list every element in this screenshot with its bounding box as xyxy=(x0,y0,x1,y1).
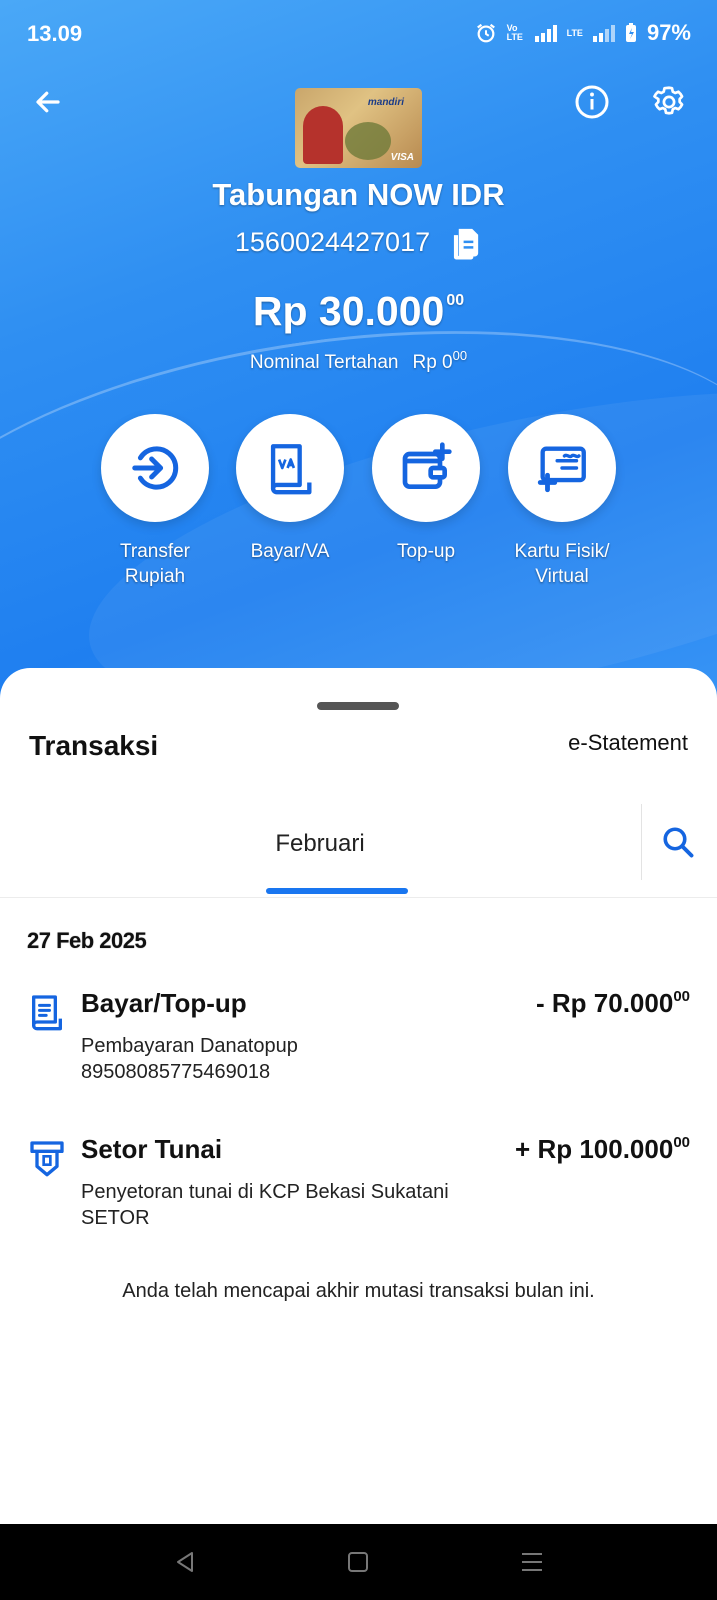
account-header: 13.09 Vo LTE LTE 97% mandiri VISA Tabung… xyxy=(0,0,717,720)
system-navigation-bar xyxy=(0,1524,717,1600)
menu-lines-icon xyxy=(522,1553,542,1571)
battery-icon xyxy=(625,23,636,42)
info-icon xyxy=(575,85,609,119)
balance-amount: Rp 30.000 xyxy=(252,288,445,334)
transaction-reference: 89508085775469018 xyxy=(81,1061,271,1083)
balance-cents: 00 xyxy=(446,292,465,309)
copy-button[interactable] xyxy=(448,224,482,260)
card-add-icon xyxy=(537,446,586,493)
gear-icon xyxy=(653,86,684,115)
back-button[interactable] xyxy=(26,80,70,124)
square-home-icon xyxy=(348,1552,368,1572)
tab-month[interactable]: Februari xyxy=(0,788,640,894)
wallet-add-icon xyxy=(402,442,452,489)
signal-icon xyxy=(534,24,557,42)
info-button[interactable] xyxy=(570,80,614,124)
card-image[interactable]: mandiri VISA xyxy=(295,88,422,168)
lte-indicator: LTE xyxy=(566,27,583,38)
nav-back-button[interactable] xyxy=(165,1542,205,1582)
action-label-2: Rupiah xyxy=(124,566,186,587)
nav-recents-button[interactable] xyxy=(512,1542,552,1582)
status-bar: 13.09 Vo LTE LTE 97% xyxy=(0,0,717,70)
end-of-list-note: Anda telah mencapai akhir mutasi transak… xyxy=(122,1280,595,1302)
signal-icon-2 xyxy=(592,24,615,42)
transactions-sheet: Transaksi e-Statement Februari 27 Feb 20… xyxy=(0,668,717,1524)
action-label-2: Virtual xyxy=(535,566,589,587)
copy-icon xyxy=(454,228,479,260)
hold-label: Nominal Tertahan xyxy=(249,352,399,373)
kartu-fisik-virtual-button[interactable]: Kartu Fisik/Virtual xyxy=(507,414,617,589)
arrow-left-icon xyxy=(36,91,60,113)
va-icon xyxy=(270,444,312,495)
hold-amount: Rp 0 xyxy=(412,352,453,373)
transaction-amount: - Rp 70.00000 xyxy=(536,988,690,1018)
bayar-va-button[interactable]: Bayar/VA xyxy=(235,414,345,564)
divider xyxy=(641,804,642,880)
transaction-description: Penyetoran tunai di KCP Bekasi Sukatani xyxy=(81,1181,449,1203)
account-number-row: 1560024427017 xyxy=(0,224,717,260)
sheet-title: Transaksi xyxy=(29,730,159,761)
action-label: Bayar/VA xyxy=(250,541,330,562)
card-brand-logo: mandiri xyxy=(367,97,404,108)
action-label: Kartu Fisik/ xyxy=(514,541,610,562)
divider xyxy=(0,897,717,898)
top-up-button[interactable]: Top-up xyxy=(371,414,481,564)
hold-amount-row: Nominal Tertahan Rp 000 xyxy=(0,348,717,374)
tab-month-label: Februari xyxy=(275,830,365,857)
transfer-rupiah-button[interactable]: Transfer Rupiah xyxy=(100,414,210,589)
battery-percent: 97% xyxy=(646,20,691,45)
hold-cents: 00 xyxy=(452,348,468,363)
settings-button[interactable] xyxy=(647,80,691,124)
sheet-drag-handle[interactable] xyxy=(317,702,399,710)
nav-home-button[interactable] xyxy=(338,1542,378,1582)
account-number: 1560024427017 xyxy=(234,226,431,257)
transaction-description: Pembayaran Danatopup xyxy=(81,1035,298,1057)
search-button[interactable] xyxy=(660,824,698,862)
search-icon xyxy=(663,827,694,858)
balance: Rp 30.000 00 xyxy=(0,288,717,335)
visa-logo: VISA xyxy=(390,152,414,163)
transaction-amount: + Rp 100.00000 xyxy=(515,1134,690,1164)
action-label: Transfer xyxy=(119,541,191,562)
receipt-icon xyxy=(31,995,62,1031)
transaction-reference: SETOR xyxy=(81,1207,150,1229)
status-time: 13.09 xyxy=(27,21,83,46)
status-icons: Vo LTE LTE 97% xyxy=(475,20,691,46)
account-name: Tabungan NOW IDR xyxy=(212,177,505,212)
atm-deposit-icon xyxy=(30,1141,64,1177)
triangle-back-icon xyxy=(177,1552,193,1572)
transaction-title: Bayar/Top-up xyxy=(81,988,247,1018)
alarm-icon xyxy=(476,23,495,43)
e-statement-link[interactable]: e-Statement xyxy=(568,730,688,756)
transaction-title: Setor Tunai xyxy=(81,1134,223,1164)
tab-active-indicator xyxy=(266,888,408,894)
volte-indicator: Vo LTE xyxy=(506,23,523,42)
date-header: 27 Feb 2025 xyxy=(27,928,147,953)
action-label: Top-up xyxy=(396,541,456,562)
transfer-icon xyxy=(132,446,179,490)
